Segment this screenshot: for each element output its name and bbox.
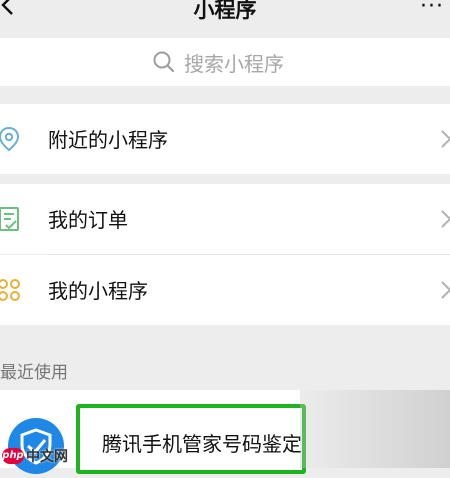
navigation-bar: 小程序 ··· (0, 0, 450, 38)
watermark-logo: php (2, 448, 24, 464)
menu-item-label: 我的小程序 (48, 279, 148, 303)
watermark: php 中文网 (2, 446, 68, 466)
recent-section-label: 最近使用 (0, 363, 68, 383)
watermark-overlay (300, 390, 450, 468)
search-bar[interactable]: 搜索小程序 (0, 38, 450, 86)
menu-item-my-mini-programs[interactable]: 我的小程序 (0, 255, 450, 325)
page-title: 小程序 (193, 0, 257, 22)
mini-program-icon (0, 279, 20, 301)
menu-item-orders[interactable]: 我的订单 (0, 184, 450, 254)
chevron-right-icon (441, 210, 450, 228)
search-icon (153, 51, 175, 73)
recent-app-name: 腾讯手机管家号码鉴定 (102, 432, 302, 456)
more-options-icon[interactable]: ··· (420, 0, 444, 19)
search-field[interactable]: 搜索小程序 (152, 48, 284, 76)
chevron-right-icon (441, 130, 450, 148)
watermark-text: 中文网 (26, 449, 68, 465)
chevron-right-icon (441, 281, 450, 299)
order-list-icon (0, 207, 19, 231)
menu-item-label: 我的订单 (48, 208, 128, 232)
menu-item-nearby[interactable]: 附近的小程序 (0, 104, 450, 174)
recent-app-item[interactable]: 腾讯手机管家号码鉴定 (76, 404, 306, 474)
menu-item-label: 附近的小程序 (48, 128, 168, 152)
search-placeholder: 搜索小程序 (184, 51, 284, 76)
location-pin-icon (0, 126, 20, 152)
